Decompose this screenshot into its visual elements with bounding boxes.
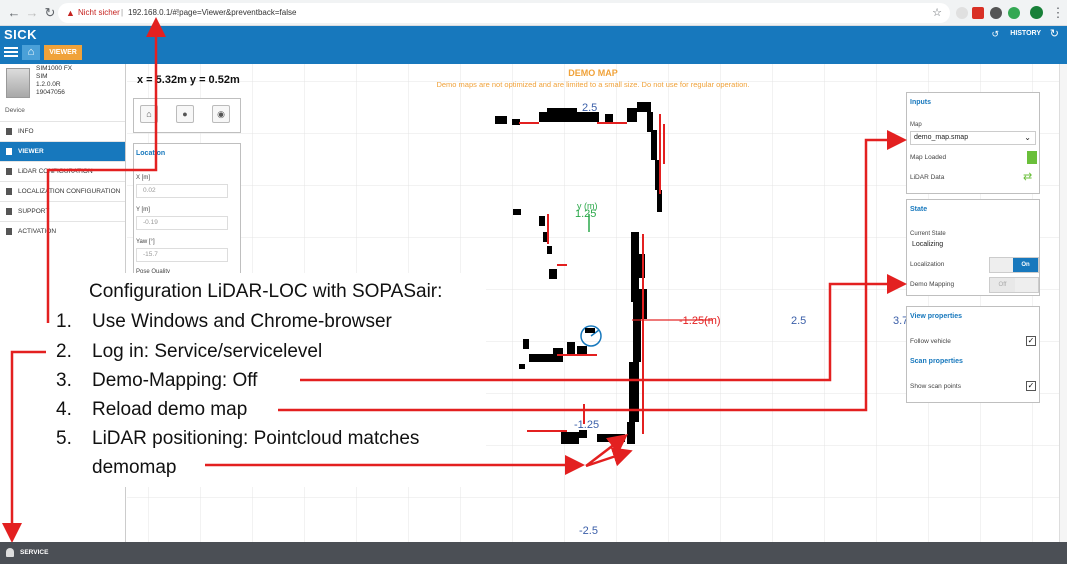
y-label: Y [m] xyxy=(136,207,150,213)
instruction-step: 5. LiDAR positioning: Pointcloud matches xyxy=(56,428,420,449)
axis-label: 2.5 xyxy=(582,102,597,114)
axis-label: -1.25 xyxy=(574,419,599,431)
chevron-down-icon: ⌄ xyxy=(1024,133,1031,142)
device-version: 1.2.0.0R xyxy=(36,81,61,88)
refresh-icon[interactable]: ↻ xyxy=(1050,27,1059,40)
sidebar-section-device: Device xyxy=(5,107,25,114)
sidebar-item-viewer[interactable]: VIEWER xyxy=(0,141,125,161)
instruction-step-continuation: demomap xyxy=(92,457,177,478)
device-serial: 19047056 xyxy=(36,89,65,96)
security-status: Nicht sicher xyxy=(78,8,120,17)
warning-icon: ▲ xyxy=(66,8,75,18)
instruction-title: Configuration LiDAR-LOC with SOPASair: xyxy=(89,281,443,302)
x-label: X [m] xyxy=(136,175,151,181)
url-separator: | xyxy=(121,8,124,17)
localization-label: Localization xyxy=(910,261,945,268)
reload-icon[interactable]: ↻ xyxy=(42,5,58,21)
document-icon xyxy=(6,188,12,195)
profile-avatar[interactable] xyxy=(1030,6,1043,19)
home-icon[interactable]: ⌂ xyxy=(22,45,40,60)
show-scan-points-checkbox[interactable]: ✓ xyxy=(1026,381,1036,391)
follow-vehicle-label: Follow vehicle xyxy=(910,338,951,345)
instruction-step: 4. Reload demo map xyxy=(56,399,248,420)
map-warning: Demo maps are not optimized and are limi… xyxy=(436,80,750,89)
file-icon xyxy=(1027,151,1037,164)
sidebar-item-info[interactable]: INFO xyxy=(0,121,125,141)
history-icon[interactable]: ↺ xyxy=(991,29,999,40)
follow-vehicle-checkbox[interactable]: ✓ xyxy=(1026,336,1036,346)
demo-mapping-toggle[interactable]: Off xyxy=(989,277,1039,293)
inputs-title: Inputs xyxy=(910,99,931,106)
extension-icon[interactable] xyxy=(956,7,968,19)
location-panel: Location X [m] 0.02 Y [m] -0.19 Yaw [°] … xyxy=(133,143,241,278)
document-icon xyxy=(6,128,12,135)
inputs-panel: Inputs Map demo_map.smap ⌄ Map Loaded Li… xyxy=(906,92,1040,194)
show-scan-points-label: Show scan points xyxy=(910,383,961,390)
extension-icon[interactable] xyxy=(1008,7,1020,19)
document-icon xyxy=(6,168,12,175)
demo-mapping-label: Demo Mapping xyxy=(910,281,955,288)
device-name: SIM1000 FX xyxy=(36,65,73,72)
sidebar-item-localization-configuration[interactable]: LOCALIZATION CONFIGURATION xyxy=(0,181,125,201)
browser-toolbar: ← → ↻ ▲ Nicht sicher | 192.168.0.1/#!pag… xyxy=(0,0,1067,26)
pin-icon[interactable]: ● xyxy=(176,105,194,123)
data-transfer-icon: ⇄ xyxy=(1023,171,1033,183)
view-properties-title: View properties xyxy=(910,313,963,320)
history-button[interactable]: HISTORY xyxy=(1010,30,1041,37)
axis-label: -2.5 xyxy=(579,525,598,537)
y-field[interactable]: -0.19 xyxy=(136,216,228,230)
current-state-value: Localizing xyxy=(912,241,944,248)
state-title: State xyxy=(910,206,928,213)
sidebar-item-activation[interactable]: ACTIVATION xyxy=(0,221,125,241)
sidebar-item-lidar-configuration[interactable]: LiDAR CONFIGURATION xyxy=(0,161,125,181)
map-label: Map xyxy=(910,122,922,128)
document-icon xyxy=(6,208,12,215)
current-state-label: Current State xyxy=(910,231,946,237)
sick-logo: SICK xyxy=(4,27,38,42)
url-text[interactable]: 192.168.0.1/#!page=Viewer&preventback=fa… xyxy=(128,3,296,23)
instruction-step: 2. Log in: Service/servicelevel xyxy=(56,341,323,362)
target-icon[interactable]: ◉ xyxy=(212,105,230,123)
app-header: SICK ⌂ VIEWER ↺ HISTORY ↻ xyxy=(0,26,1067,64)
map-tools-panel: ⌂ ● ◉ xyxy=(133,98,241,133)
document-icon xyxy=(6,148,12,155)
x-field[interactable]: 0.02 xyxy=(136,184,228,198)
address-bar[interactable]: ▲ Nicht sicher | 192.168.0.1/#!page=View… xyxy=(58,3,950,23)
instruction-step: 1. Use Windows and Chrome-browser xyxy=(56,311,392,332)
scan-properties-title: Scan properties xyxy=(910,358,963,365)
tab-viewer[interactable]: VIEWER xyxy=(44,45,82,60)
hamburger-menu-icon[interactable] xyxy=(4,47,18,59)
home-icon[interactable]: ⌂ xyxy=(140,105,158,123)
map-title: DEMO MAP xyxy=(568,68,618,78)
yaw-field[interactable]: -15.7 xyxy=(136,248,228,262)
map-loaded-label: Map Loaded xyxy=(910,154,947,161)
menu-kebab-icon[interactable]: ⋮ xyxy=(1050,5,1066,21)
y-axis-marker: y (m) xyxy=(577,201,598,211)
lidar-data-label: LiDAR Data xyxy=(910,174,945,181)
instruction-overlay: Configuration LiDAR-LOC with SOPASair: 1… xyxy=(46,273,486,487)
x-axis-marker: -1.25(m) xyxy=(679,315,721,327)
view-properties-panel: View properties Follow vehicle ✓ Scan pr… xyxy=(906,306,1040,403)
device-image xyxy=(6,68,30,98)
sidebar-item-support[interactable]: SUPPORT xyxy=(0,201,125,221)
service-label[interactable]: SERVICE xyxy=(20,549,48,556)
map-select[interactable]: demo_map.smap ⌄ xyxy=(910,131,1036,145)
state-panel: State Current State Localizing Localizat… xyxy=(906,199,1040,296)
forward-arrow-icon[interactable]: → xyxy=(24,5,40,21)
document-icon xyxy=(6,228,12,235)
axis-label: 2.5 xyxy=(791,315,806,327)
localization-toggle[interactable]: On xyxy=(989,257,1039,273)
page-scrollbar[interactable] xyxy=(1059,64,1067,542)
location-title: Location xyxy=(136,150,166,157)
extension-icon[interactable] xyxy=(990,7,1002,19)
instruction-step: 3. Demo-Mapping: Off xyxy=(56,370,258,391)
extension-icon[interactable] xyxy=(972,7,984,19)
device-type: SIM xyxy=(36,73,48,80)
service-bar[interactable]: SERVICE xyxy=(0,542,1067,564)
user-icon xyxy=(6,548,14,557)
back-arrow-icon[interactable]: ← xyxy=(6,5,22,21)
yaw-label: Yaw [°] xyxy=(136,239,155,245)
bookmark-star-icon[interactable]: ☆ xyxy=(932,3,942,23)
